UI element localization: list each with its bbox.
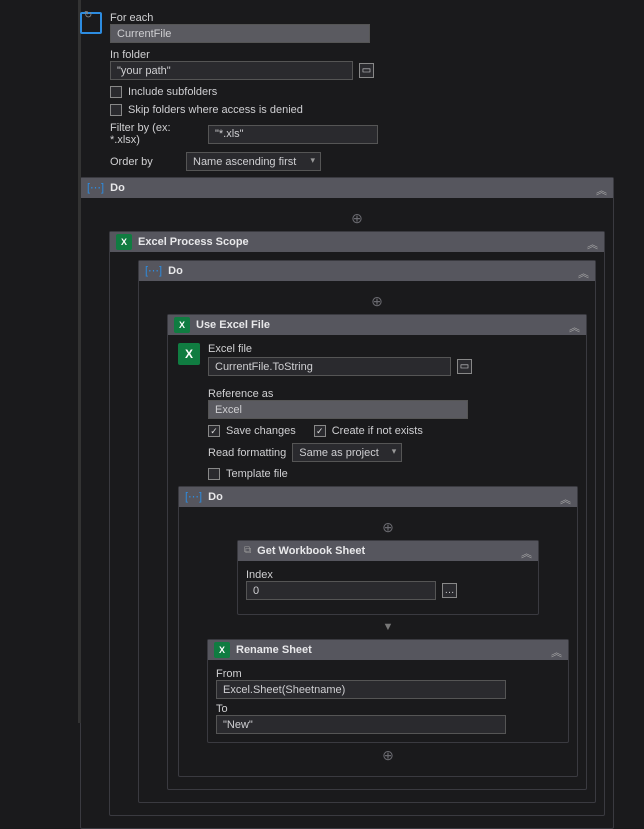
add-icon[interactable]: ⊕ — [207, 519, 569, 536]
excel-icon: X — [174, 317, 190, 333]
from-label: From — [216, 668, 560, 680]
read-formatting-label: Read formatting — [208, 447, 286, 459]
save-changes-label: Save changes — [226, 425, 296, 437]
order-by-dropdown[interactable]: Name ascending first — [186, 152, 321, 171]
excel-file-input[interactable]: CurrentFile.ToString — [208, 357, 451, 376]
include-subfolders-label: Include subfolders — [128, 86, 217, 98]
read-formatting-dropdown[interactable]: Same as project — [292, 443, 402, 462]
in-folder-input[interactable]: "your path" — [110, 61, 353, 80]
index-label: Index — [246, 569, 530, 581]
do-mid-title: Do — [168, 261, 183, 281]
arrow-down-icon: ▼ — [207, 621, 569, 633]
get-workbook-sheet-block: ⧉ Get Workbook Sheet ︽ Index 0 — [237, 540, 539, 615]
use-excel-title: Use Excel File — [196, 315, 270, 335]
create-if-not-exists-label: Create if not exists — [332, 425, 423, 437]
do-icon: [⋯] — [87, 178, 104, 198]
filter-label: Filter by (ex: *.xlsx) — [110, 122, 202, 146]
excel-scope-title: Excel Process Scope — [138, 232, 249, 252]
chevron-up-icon[interactable]: ︽ — [569, 318, 580, 338]
skip-denied-label: Skip folders where access is denied — [128, 104, 303, 116]
add-icon[interactable]: ⊕ — [167, 293, 587, 310]
create-if-not-exists-checkbox[interactable]: ✓ — [314, 425, 326, 437]
browse-folder-icon[interactable]: ▭ — [359, 63, 374, 78]
chevron-up-icon[interactable]: ︽ — [521, 544, 532, 564]
filter-input[interactable]: "*.xls" — [208, 125, 378, 144]
iterator-input[interactable]: CurrentFile — [110, 24, 370, 43]
include-subfolders-checkbox[interactable] — [110, 86, 122, 98]
add-icon[interactable]: ⊕ — [109, 210, 605, 227]
excel-icon: X — [116, 234, 132, 250]
reference-as-input[interactable]: Excel — [208, 400, 468, 419]
to-label: To — [216, 703, 560, 715]
index-more-icon[interactable]: … — [442, 583, 457, 598]
excel-icon: X — [214, 642, 230, 658]
get-sheet-title: Get Workbook Sheet — [257, 541, 365, 561]
to-input[interactable]: "New" — [216, 715, 506, 734]
rename-sheet-block: X Rename Sheet ︽ From Excel.Sheet(Sheetn… — [207, 639, 569, 743]
do-outer-title: Do — [110, 178, 125, 198]
for-each-title: For each — [110, 12, 614, 24]
rename-title: Rename Sheet — [236, 640, 312, 660]
chevron-up-icon[interactable]: ︽ — [560, 490, 571, 510]
template-file-checkbox[interactable] — [208, 468, 220, 480]
excel-process-scope-block: X Excel Process Scope ︽ [⋯] Do ︽ ⊕ — [109, 231, 605, 816]
order-by-label: Order by — [110, 156, 180, 168]
add-icon[interactable]: ⊕ — [207, 747, 569, 764]
for-each-block: For each CurrentFile In folder "your pat… — [80, 12, 614, 171]
in-folder-label: In folder — [110, 49, 614, 61]
reference-as-label: Reference as — [208, 388, 578, 400]
chevron-up-icon[interactable]: ︽ — [551, 643, 562, 663]
chevron-up-icon[interactable]: ︽ — [578, 264, 589, 284]
excel-file-label: Excel file — [208, 343, 578, 355]
index-input[interactable]: 0 — [246, 581, 436, 600]
do-outer-block: [⋯] Do ︽ ⊕ X Excel Process Scope ︽ [⋯] D… — [80, 177, 614, 829]
save-changes-checkbox[interactable]: ✓ — [208, 425, 220, 437]
skip-denied-checkbox[interactable] — [110, 104, 122, 116]
from-input[interactable]: Excel.Sheet(Sheetname) — [216, 680, 506, 699]
grip-icon[interactable]: ⧉ — [244, 541, 251, 561]
do-mid-block: [⋯] Do ︽ ⊕ X Use Excel File ︽ — [138, 260, 596, 803]
template-file-label: Template file — [226, 468, 288, 480]
chevron-up-icon[interactable]: ︽ — [587, 235, 598, 255]
do-icon: [⋯] — [185, 487, 202, 507]
do-inner-title: Do — [208, 487, 223, 507]
excel-big-icon: X — [178, 343, 200, 365]
do-icon: [⋯] — [145, 261, 162, 281]
for-each-icon — [80, 12, 102, 34]
browse-file-icon[interactable]: ▭ — [457, 359, 472, 374]
use-excel-file-block: X Use Excel File ︽ X Excel file — [167, 314, 587, 790]
do-inner-block: [⋯] Do ︽ ⊕ ⧉ — [178, 486, 578, 777]
chevron-up-icon[interactable]: ︽ — [596, 181, 607, 201]
